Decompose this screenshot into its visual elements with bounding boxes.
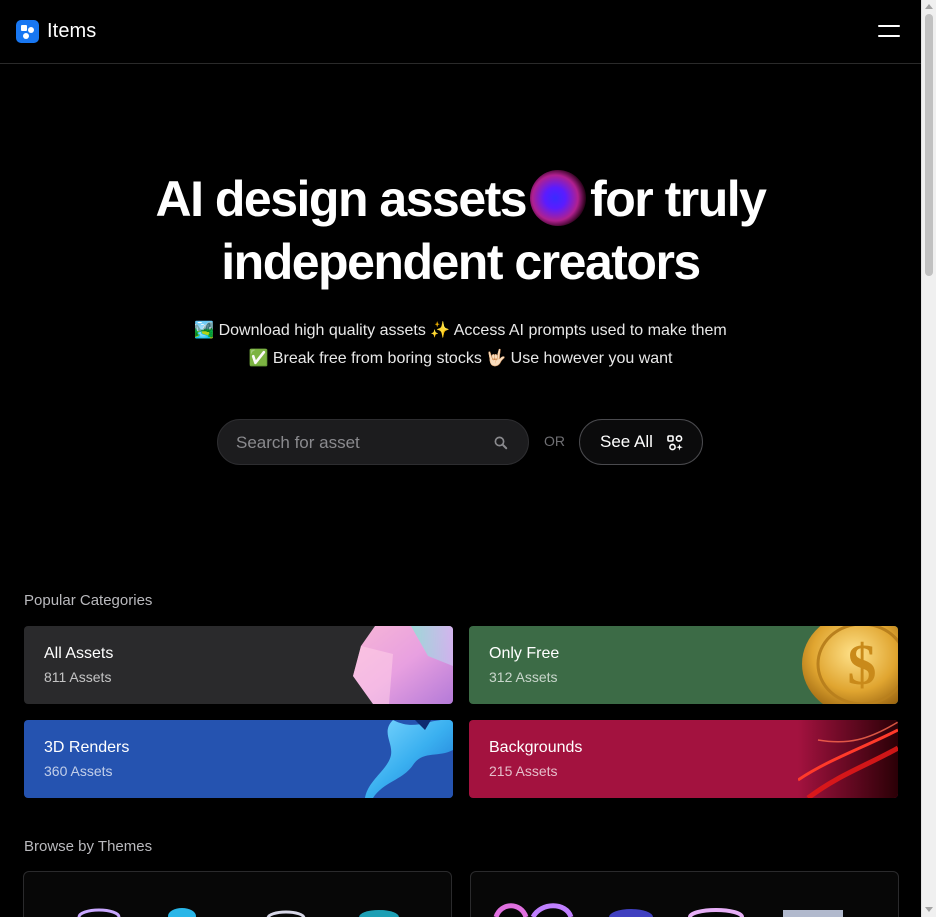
vertical-scrollbar[interactable] [921,0,936,917]
svg-text:$: $ [848,632,877,697]
category-count: 215 Assets [489,763,558,779]
sparkle-logo-icon [667,435,683,451]
page: Items AI design assets for truly independ… [0,0,921,917]
category-name: Backgrounds [489,739,583,756]
category-name: All Assets [44,645,114,662]
search-input[interactable] [236,431,486,455]
categories-heading: Popular Categories [24,592,153,609]
category-count: 811 Assets [44,669,112,685]
see-all-label: See All [600,432,653,451]
themes-heading: Browse by Themes [24,838,153,855]
brand-name: Items [47,20,97,42]
theme-card[interactable] [470,871,899,917]
category-count: 312 Assets [489,669,558,685]
search-bar [217,419,529,465]
scrollbar-thumb[interactable] [925,14,933,276]
hero-title-part2: for truly [590,171,767,227]
hamburger-menu-icon[interactable] [876,24,902,40]
scroll-up-arrow-icon[interactable] [925,4,933,9]
blue-3d-shape-image [353,720,453,798]
hero-title-part1: AI design assets [155,171,527,227]
theme-card[interactable] [23,871,452,917]
see-all-button[interactable]: See All [579,419,703,465]
category-card-only-free[interactable]: Only Free 312 Assets $ [469,626,898,704]
category-name: 3D Renders [44,739,130,756]
scroll-down-arrow-icon[interactable] [925,907,933,912]
glow-orb-icon [530,170,587,226]
gem-render-image [353,626,453,704]
category-card-3d-renders[interactable]: 3D Renders 360 Assets [24,720,453,798]
theme-preview-image [77,908,399,917]
gold-coin-image: $ [798,626,898,704]
theme-preview-image [493,903,843,917]
hero-title-line2: independent creators [221,234,701,290]
hero-subtitle: 🏞️ Download high quality assets ✨ Access… [0,317,921,373]
hero-sub-line1: 🏞️ Download high quality assets ✨ Access… [194,322,727,339]
top-nav: Items [0,0,921,64]
category-card-all-assets[interactable]: All Assets 811 Assets [24,626,453,704]
hero-title: AI design assets for truly independent cr… [0,168,921,294]
search-icon[interactable] [492,434,510,452]
items-logo-icon [16,20,39,43]
red-wave-image [798,720,898,798]
category-card-backgrounds[interactable]: Backgrounds 215 Assets [469,720,898,798]
brand-logo[interactable]: Items [16,20,96,43]
hero-sub-line2: ✅ Break free from boring stocks 🤟🏻 Use h… [248,350,673,367]
category-count: 360 Assets [44,763,113,779]
or-divider-label: OR [544,433,565,449]
category-name: Only Free [489,645,560,662]
